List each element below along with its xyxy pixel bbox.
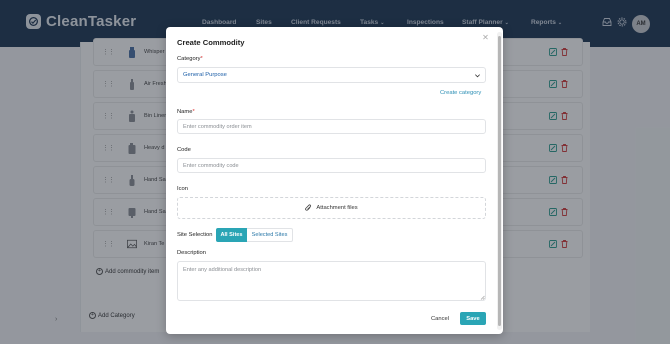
scrollbar-thumb[interactable]	[498, 36, 501, 326]
description-label: Description	[177, 250, 206, 256]
create-commodity-modal: Create Commodity ✕ Category* General Pur…	[166, 27, 503, 334]
paperclip-icon	[305, 204, 312, 211]
name-input[interactable]	[177, 119, 486, 134]
required-mark: *	[200, 56, 203, 62]
create-category-link[interactable]: Create category	[440, 90, 481, 96]
attachment-files-label: Attachment files	[316, 205, 358, 211]
category-label: Category*	[177, 56, 203, 62]
category-label-text: Category	[177, 56, 201, 62]
category-select-value: General Purpose	[183, 72, 227, 78]
chevron-down-icon	[475, 74, 480, 78]
resize-handle-icon[interactable]	[480, 295, 485, 300]
code-input[interactable]	[177, 158, 486, 173]
modal-title: Create Commodity	[177, 38, 245, 47]
icon-label: Icon	[177, 186, 188, 192]
name-label: Name*	[177, 109, 195, 115]
category-select[interactable]: General Purpose	[177, 67, 486, 83]
attachment-files-button[interactable]: Attachment files	[177, 197, 486, 219]
close-icon[interactable]: ✕	[481, 33, 490, 42]
code-label: Code	[177, 147, 191, 153]
site-selection-label: Site Selection	[177, 232, 213, 238]
description-textarea[interactable]	[177, 261, 486, 301]
modal-scrollbar[interactable]	[497, 32, 502, 330]
required-mark: *	[192, 109, 195, 115]
cancel-button[interactable]: Cancel	[420, 312, 460, 325]
selected-sites-toggle[interactable]: Selected Sites	[247, 228, 293, 242]
name-label-text: Name	[177, 109, 193, 115]
save-button[interactable]: Save	[460, 312, 486, 325]
all-sites-toggle[interactable]: All Sites	[216, 228, 247, 242]
